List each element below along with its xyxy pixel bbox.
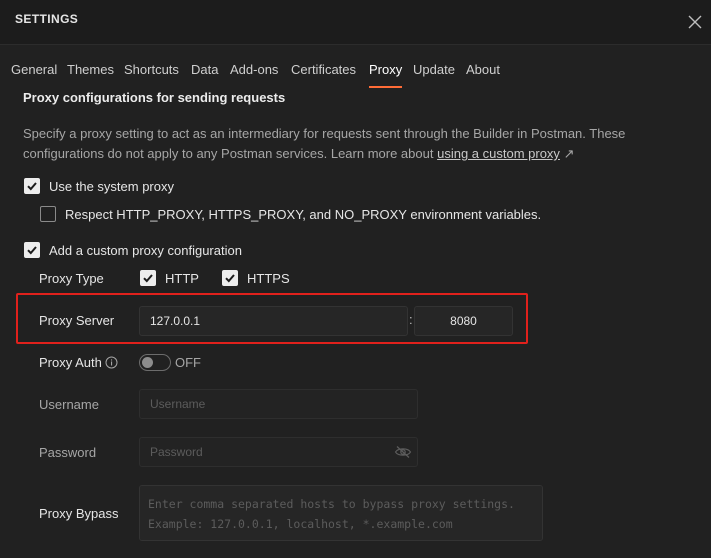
section-title: Proxy configurations for sending request… [23, 90, 286, 105]
password-input[interactable] [139, 437, 418, 467]
close-icon[interactable] [684, 11, 706, 33]
custom-proxy-link[interactable]: using a custom proxy [437, 146, 560, 161]
section-description: Specify a proxy setting to act as an int… [23, 124, 663, 164]
username-label: Username [39, 397, 99, 412]
eye-hidden-icon[interactable] [394, 445, 412, 462]
http-label: HTTP [165, 271, 199, 286]
tab-update[interactable]: Update [413, 62, 455, 77]
proxy-host-input[interactable] [139, 306, 408, 336]
tab-themes[interactable]: Themes [67, 62, 114, 77]
settings-header: SETTINGS [0, 0, 711, 45]
proxy-server-label: Proxy Server [39, 313, 115, 328]
tab-data[interactable]: Data [191, 62, 218, 77]
proxy-port-input[interactable] [414, 306, 513, 336]
proxy-type-label: Proxy Type [39, 271, 104, 286]
proxy-bypass-label: Proxy Bypass [39, 506, 119, 521]
https-checkbox[interactable] [222, 270, 238, 286]
proxy-auth-toggle[interactable] [139, 354, 171, 371]
tab-proxy[interactable]: Proxy [369, 62, 402, 77]
proxy-bypass-input[interactable] [139, 485, 543, 541]
tab-shortcuts[interactable]: Shortcuts [124, 62, 179, 77]
tab-general[interactable]: General [11, 62, 57, 77]
http-checkbox[interactable] [140, 270, 156, 286]
system-proxy-checkbox[interactable] [24, 178, 40, 194]
tab-add-ons[interactable]: Add-ons [230, 62, 278, 77]
settings-title: SETTINGS [15, 12, 79, 26]
toggle-knob [142, 357, 153, 368]
active-tab-indicator [369, 86, 402, 88]
info-icon[interactable] [105, 356, 118, 372]
respect-env-checkbox[interactable] [40, 206, 56, 222]
proxy-auth-label: Proxy Auth [39, 355, 102, 370]
respect-env-label: Respect HTTP_PROXY, HTTPS_PROXY, and NO_… [65, 207, 542, 222]
system-proxy-label: Use the system proxy [49, 179, 174, 194]
password-label: Password [39, 445, 97, 460]
host-port-separator: : [409, 312, 413, 327]
proxy-auth-state: OFF [175, 355, 201, 370]
username-input[interactable] [139, 389, 418, 419]
tab-about[interactable]: About [466, 62, 500, 77]
settings-tabs: General Themes Shortcuts Data Add-ons Ce… [0, 45, 711, 89]
external-link-icon: ↗ [563, 146, 575, 161]
custom-proxy-checkbox[interactable] [24, 242, 40, 258]
tab-certificates[interactable]: Certificates [291, 62, 356, 77]
custom-proxy-label: Add a custom proxy configuration [49, 243, 242, 258]
https-label: HTTPS [247, 271, 290, 286]
